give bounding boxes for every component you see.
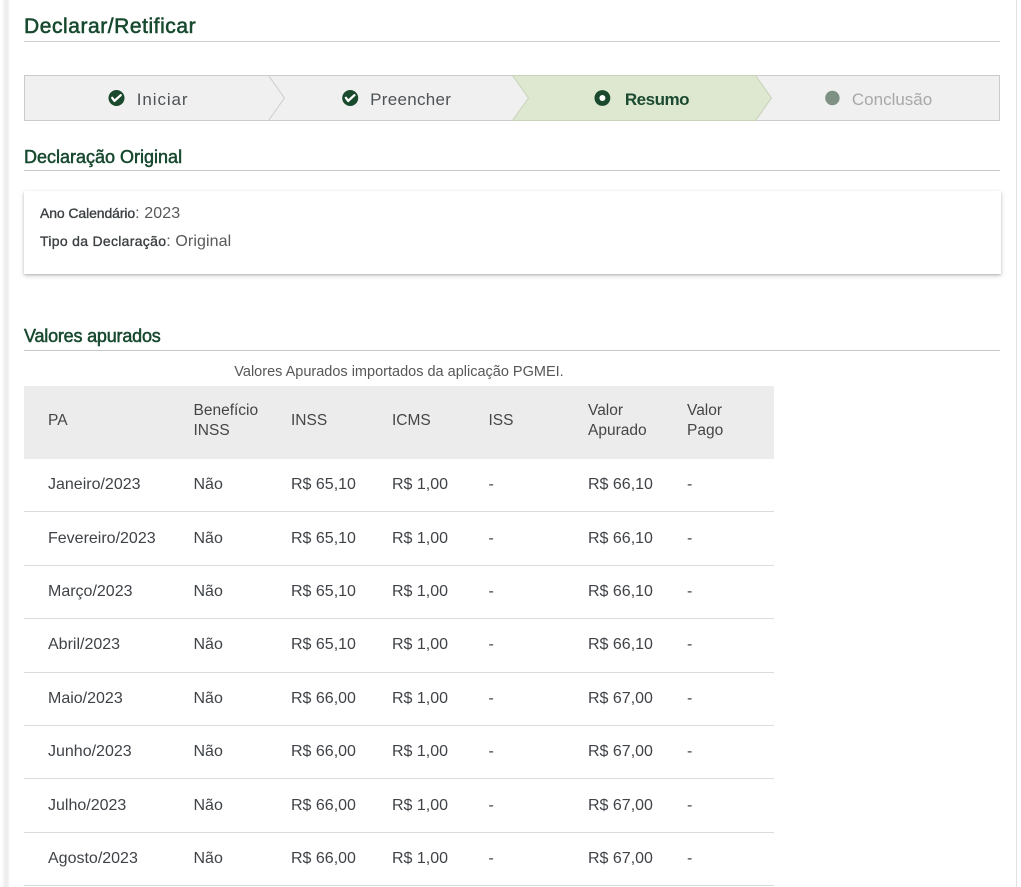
- svg-text:Preencher: Preencher: [370, 90, 451, 109]
- svg-text:Resumo: Resumo: [625, 90, 689, 109]
- svg-text:Iniciar: Iniciar: [137, 90, 189, 109]
- svg-text:Conclusão: Conclusão: [852, 90, 932, 109]
